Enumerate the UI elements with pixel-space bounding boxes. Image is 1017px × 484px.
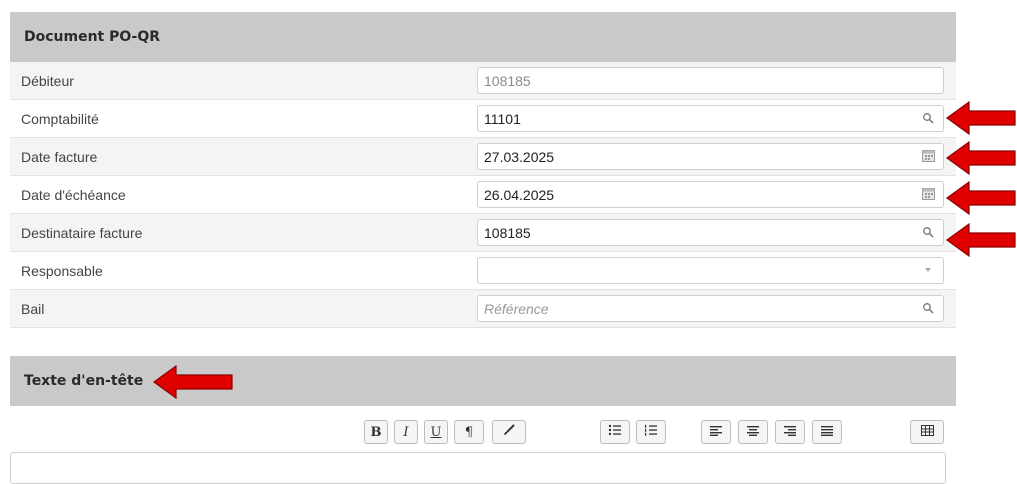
label-comptabilite: Comptabilité (21, 110, 99, 127)
comptabilite-value: 11101 (484, 110, 521, 127)
search-icon[interactable] (921, 225, 935, 239)
date-echeance-field[interactable]: 26.04.2025 (477, 181, 944, 208)
bold-label: B (370, 424, 382, 440)
numbered-list-button[interactable] (636, 420, 666, 444)
bold-button[interactable]: B (364, 420, 388, 444)
label-debiteur: Débiteur (21, 72, 74, 89)
brush-button[interactable] (492, 420, 526, 444)
row-bail: Bail Référence (10, 290, 956, 328)
search-icon[interactable] (921, 301, 935, 315)
debiteur-field: 108185 (477, 67, 944, 94)
numbered-list-icon (644, 424, 658, 440)
italic-button[interactable]: I (394, 420, 418, 444)
section-title: Texte d'en-tête (24, 373, 144, 389)
debiteur-value: 108185 (484, 72, 531, 89)
row-debiteur: Débiteur 108185 (10, 62, 956, 100)
align-right-icon (784, 425, 796, 440)
bail-placeholder: Référence (484, 300, 549, 317)
align-right-button[interactable] (775, 420, 805, 444)
chevron-down-icon[interactable] (921, 263, 935, 277)
row-responsable: Responsable (10, 252, 956, 290)
align-justify-button[interactable] (812, 420, 842, 444)
align-center-icon (747, 425, 759, 440)
label-date-echeance: Date d'échéance (21, 186, 126, 203)
align-left-icon (710, 425, 722, 440)
search-icon[interactable] (921, 111, 935, 125)
document-panel: Document PO-QR Débiteur 108185 Comptabil… (10, 12, 956, 328)
align-center-button[interactable] (738, 420, 768, 444)
responsable-select[interactable] (477, 257, 944, 284)
bail-field[interactable]: Référence (477, 295, 944, 322)
arrow-date-echeance-icon (945, 180, 1016, 216)
comptabilite-field[interactable]: 11101 (477, 105, 944, 132)
destinataire-facture-value: 108185 (484, 224, 531, 241)
destinataire-facture-field[interactable]: 108185 (477, 219, 944, 246)
italic-label: I (403, 424, 409, 440)
paragraph-label: ¶ (464, 424, 474, 440)
form-rows: Débiteur 108185 Comptabilité 11101 Date … (10, 62, 956, 328)
table-button[interactable] (910, 420, 944, 444)
label-destinataire-facture: Destinataire facture (21, 224, 143, 241)
underline-label: U (430, 424, 442, 440)
table-icon (920, 424, 934, 440)
align-justify-icon (821, 425, 833, 440)
date-echeance-value: 26.04.2025 (484, 186, 555, 203)
underline-button[interactable]: U (424, 420, 448, 444)
row-destinataire-facture: Destinataire facture 108185 (10, 214, 956, 252)
section-header-document: Document PO-QR (10, 12, 956, 62)
row-date-echeance: Date d'échéance 26.04.2025 (10, 176, 956, 214)
paragraph-button[interactable]: ¶ (454, 420, 484, 444)
bullet-list-button[interactable] (600, 420, 630, 444)
align-left-button[interactable] (701, 420, 731, 444)
date-facture-value: 27.03.2025 (484, 148, 555, 165)
label-responsable: Responsable (21, 262, 103, 279)
arrow-comptabilite-icon (945, 100, 1016, 136)
arrow-date-facture-icon (945, 140, 1016, 176)
row-comptabilite: Comptabilité 11101 (10, 100, 956, 138)
label-date-facture: Date facture (21, 148, 98, 165)
paint-brush-icon (502, 423, 516, 441)
bullet-list-icon (608, 424, 622, 440)
header-text-editor[interactable] (10, 452, 946, 484)
arrow-destinataire-icon (945, 222, 1016, 258)
label-bail: Bail (21, 300, 45, 317)
calendar-icon[interactable] (921, 187, 935, 201)
section-title: Document PO-QR (24, 29, 161, 45)
rich-text-toolbar: B I U ¶ (10, 420, 956, 446)
calendar-icon[interactable] (921, 149, 935, 163)
row-date-facture: Date facture 27.03.2025 (10, 138, 956, 176)
arrow-texte-en-tete-icon (152, 364, 233, 400)
date-facture-field[interactable]: 27.03.2025 (477, 143, 944, 170)
